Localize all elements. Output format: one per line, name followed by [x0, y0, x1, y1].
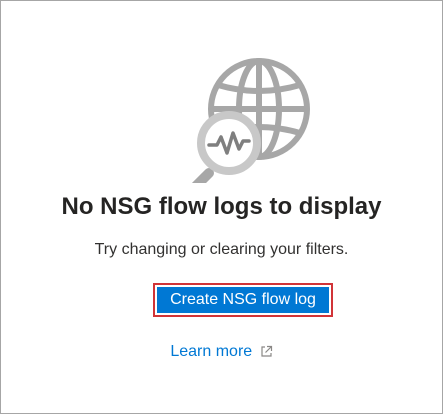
empty-state-subtitle: Try changing or clearing your filters. — [94, 241, 349, 258]
empty-state-title: No NSG flow logs to display — [61, 193, 382, 220]
learn-more-container: Learn more — [1, 343, 442, 363]
globe-magnifier-icon — [190, 53, 321, 192]
learn-more-label: Learn more — [170, 343, 253, 360]
highlighted-button-frame: Create NSG flow log — [153, 283, 333, 317]
create-nsg-flow-log-button[interactable]: Create NSG flow log — [157, 287, 329, 313]
external-link-icon — [260, 345, 273, 363]
empty-state-panel: No NSG flow logs to display Try changing… — [0, 0, 443, 414]
learn-more-link[interactable]: Learn more — [170, 343, 272, 360]
